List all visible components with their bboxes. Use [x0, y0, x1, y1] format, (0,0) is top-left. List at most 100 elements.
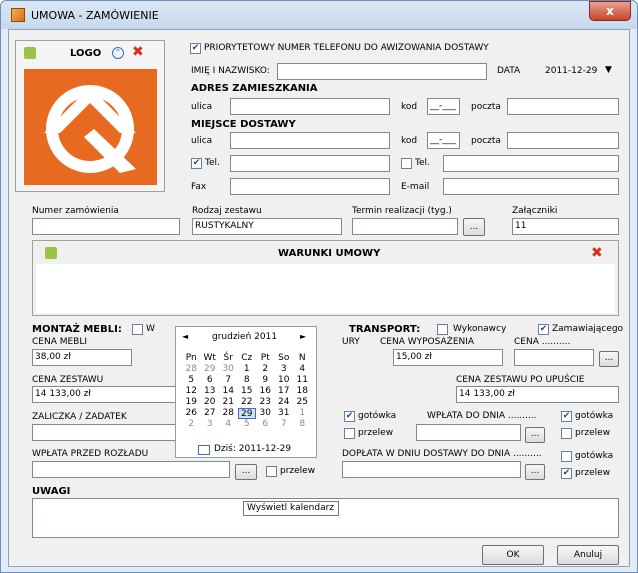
- calendar-day[interactable]: 4: [219, 419, 238, 430]
- cash2-checkbox[interactable]: ✔: [561, 411, 572, 422]
- calendar-day[interactable]: 3: [201, 419, 220, 430]
- calendar-day[interactable]: 2: [182, 419, 201, 430]
- calendar-day[interactable]: 23: [256, 397, 275, 408]
- calendar-day[interactable]: 30: [256, 408, 275, 419]
- calendar-day[interactable]: 30: [219, 364, 238, 375]
- calendar-day[interactable]: 3: [275, 364, 294, 375]
- delivery-zip-input[interactable]: __-___: [427, 132, 460, 149]
- calendar-day[interactable]: 4: [293, 364, 312, 375]
- calendar-day[interactable]: 24: [275, 397, 294, 408]
- address-street-input[interactable]: [230, 98, 390, 115]
- chevron-down-icon[interactable]: ▼: [605, 65, 612, 75]
- other-price-input[interactable]: [514, 349, 594, 366]
- cash4-checkbox[interactable]: [561, 451, 572, 462]
- open-folder-icon[interactable]: [24, 47, 36, 59]
- calendar-day[interactable]: 20: [201, 397, 220, 408]
- transport-contractor-checkbox[interactable]: [437, 324, 448, 335]
- other-price-button[interactable]: ...: [599, 351, 619, 367]
- term-input[interactable]: [352, 218, 458, 235]
- cancel-button[interactable]: Anuluj: [557, 545, 619, 565]
- payment-date-button[interactable]: ...: [525, 427, 545, 443]
- calendar-day[interactable]: 22: [238, 397, 257, 408]
- today-link[interactable]: Dziś: 2011-12-29: [214, 444, 291, 454]
- discount-price-input[interactable]: 14 133,00 zł: [456, 386, 619, 403]
- address-zip-input[interactable]: __-___: [427, 98, 460, 115]
- calendar-day[interactable]: 28: [219, 408, 238, 419]
- address-city-input[interactable]: [507, 98, 619, 115]
- term-picker-button[interactable]: ...: [463, 218, 485, 236]
- set-price-input[interactable]: 14 133,00 zł: [32, 386, 182, 403]
- delivery-payment-button[interactable]: ...: [525, 464, 545, 480]
- tel2-input[interactable]: [443, 155, 619, 172]
- calendar-day[interactable]: 1: [293, 408, 312, 419]
- calendar-day[interactable]: 6: [201, 375, 220, 386]
- payment-input[interactable]: [416, 424, 521, 441]
- calendar-day[interactable]: 12: [182, 386, 201, 397]
- close-button[interactable]: x: [589, 1, 631, 21]
- transport-client-checkbox[interactable]: ✔: [538, 324, 549, 335]
- open-folder-icon[interactable]: [45, 247, 57, 259]
- calendar-day[interactable]: 10: [275, 375, 294, 386]
- calendar-day[interactable]: 6: [256, 419, 275, 430]
- calendar-day[interactable]: 31: [275, 408, 294, 419]
- transfer3-checkbox[interactable]: [266, 466, 277, 477]
- calendar-day[interactable]: 19: [182, 397, 201, 408]
- calendar-day[interactable]: 29: [237, 408, 256, 419]
- calendar-day[interactable]: 14: [219, 386, 238, 397]
- name-input[interactable]: [277, 63, 487, 80]
- calendar-day[interactable]: 5: [238, 419, 257, 430]
- equipment-price-input[interactable]: 15,00 zł: [393, 349, 503, 366]
- order-number-input[interactable]: [32, 218, 180, 235]
- transfer2-checkbox[interactable]: [561, 428, 572, 439]
- calendar-day[interactable]: 21: [219, 397, 238, 408]
- calendar-day[interactable]: 25: [293, 397, 312, 408]
- prev-month-button[interactable]: ◄: [182, 332, 188, 341]
- calendar-day[interactable]: 1: [238, 364, 257, 375]
- calendar-day[interactable]: 8: [293, 419, 312, 430]
- email-input[interactable]: [443, 178, 619, 195]
- calendar-day[interactable]: 18: [293, 386, 312, 397]
- calendar-day[interactable]: 17: [275, 386, 294, 397]
- delivery-street-input[interactable]: [230, 132, 390, 149]
- transfer1-checkbox[interactable]: [344, 428, 355, 439]
- collapse-up-icon[interactable]: ⌃: [112, 47, 124, 59]
- attachments-input[interactable]: 11: [512, 218, 619, 235]
- deposit-input[interactable]: [32, 424, 182, 441]
- calendar-day[interactable]: 28: [182, 364, 201, 375]
- calendar-week-row: 28 29 30 1 2 3 4: [182, 364, 312, 375]
- delivery-payment-input[interactable]: [342, 461, 521, 478]
- assembly-checkbox[interactable]: [132, 324, 143, 335]
- set-type-input[interactable]: RUSTYKALNY: [192, 218, 342, 235]
- tel1-checkbox[interactable]: ✔: [191, 158, 202, 169]
- transfer4-checkbox[interactable]: ✔: [561, 468, 572, 479]
- calendar-day[interactable]: 7: [219, 375, 238, 386]
- calendar-day[interactable]: 7: [275, 419, 294, 430]
- calendar-day[interactable]: 15: [238, 386, 257, 397]
- next-month-button[interactable]: ►: [300, 332, 306, 341]
- terms-text-area[interactable]: [36, 264, 615, 313]
- calendar-day[interactable]: 9: [256, 375, 275, 386]
- tel2-checkbox[interactable]: [401, 158, 412, 169]
- calendar-day[interactable]: 11: [293, 375, 312, 386]
- delivery-city-input[interactable]: [507, 132, 619, 149]
- calendar-day[interactable]: 5: [182, 375, 201, 386]
- calendar-day[interactable]: 13: [201, 386, 220, 397]
- furniture-price-input[interactable]: 38,00 zł: [32, 349, 132, 366]
- priority-phone-checkbox[interactable]: ✔: [190, 43, 201, 54]
- delete-icon[interactable]: ✖: [132, 44, 144, 60]
- calendar-day[interactable]: 8: [238, 375, 257, 386]
- calendar-day[interactable]: 27: [201, 408, 220, 419]
- calendar-weekday: Pn: [185, 353, 197, 363]
- calendar-day[interactable]: 16: [256, 386, 275, 397]
- calendar-day[interactable]: 29: [201, 364, 220, 375]
- show-calendar-button[interactable]: ...: [235, 464, 257, 480]
- calendar-day[interactable]: 2: [256, 364, 275, 375]
- calendar-day[interactable]: 26: [182, 408, 201, 419]
- fax-input[interactable]: [230, 178, 390, 195]
- delete-icon[interactable]: ✖: [591, 245, 603, 261]
- date-value[interactable]: 2011-12-29: [545, 66, 597, 76]
- before-unload-input[interactable]: [32, 461, 230, 478]
- ok-button[interactable]: OK: [482, 545, 544, 565]
- cash1-checkbox[interactable]: ✔: [344, 411, 355, 422]
- tel1-input[interactable]: [230, 155, 390, 172]
